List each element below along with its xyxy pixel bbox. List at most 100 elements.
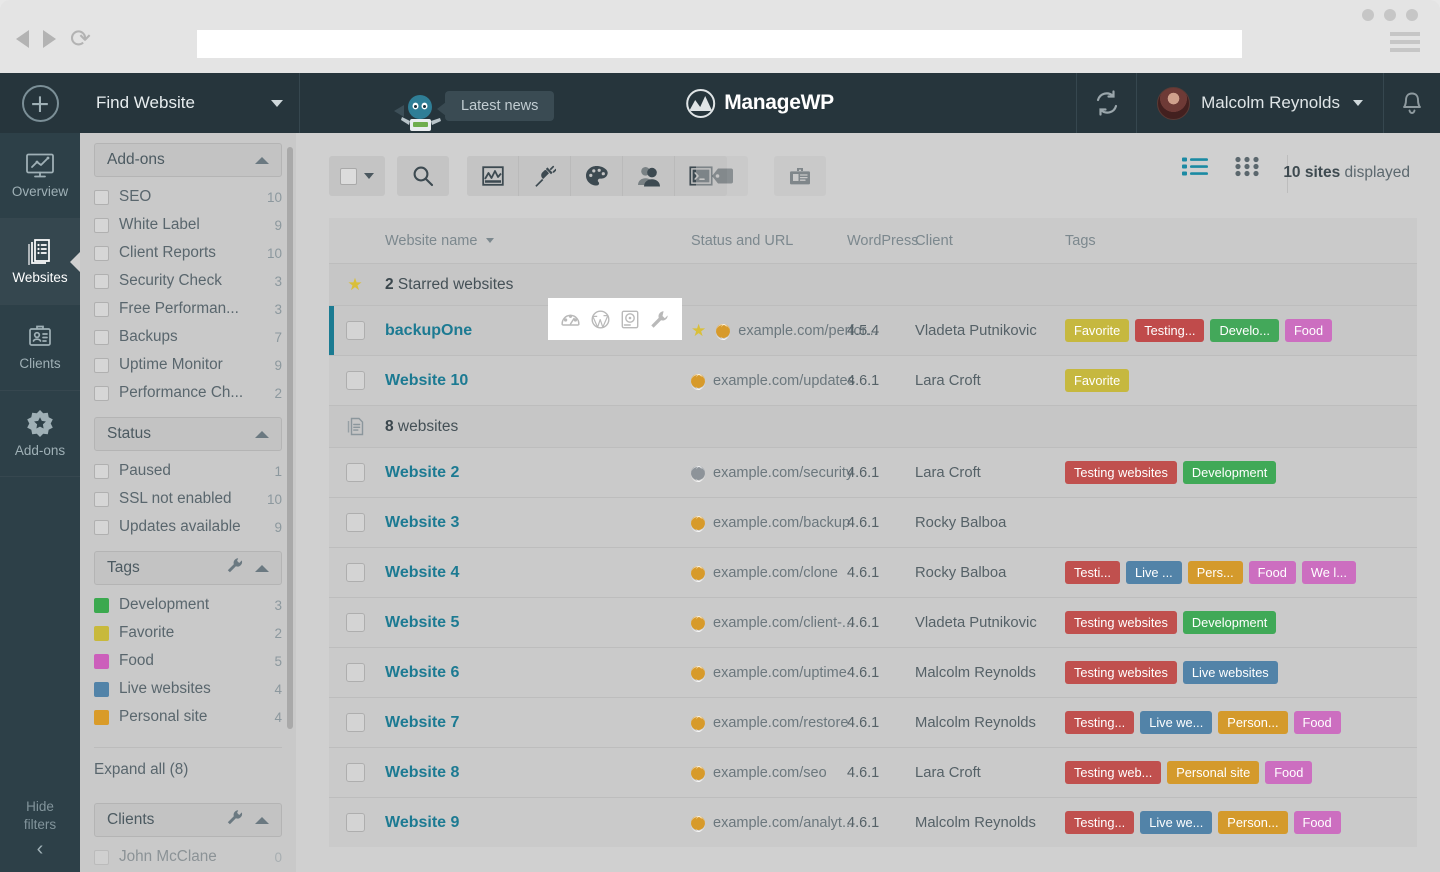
notification-bell-icon[interactable] (1383, 73, 1440, 133)
row-checkbox[interactable] (345, 663, 365, 682)
caret-up-icon[interactable] (255, 816, 269, 824)
website-name-link[interactable]: Website 6 (381, 664, 691, 682)
tag-badge[interactable]: Pers... (1187, 561, 1243, 584)
filter-item-ssl-not-enabled[interactable]: SSL not enabled 10 (94, 485, 282, 513)
tag-badge[interactable]: Personal site (1167, 761, 1260, 784)
filter-panel-scrollbar[interactable] (287, 147, 293, 729)
sidebar-item-clients[interactable]: Clients (0, 305, 80, 391)
website-url[interactable]: example.com/clone (713, 565, 838, 581)
wrench-icon[interactable] (226, 809, 243, 831)
filter-group-addons[interactable]: Add-ons (94, 143, 282, 177)
checkbox[interactable] (94, 329, 109, 345)
list-view-icon[interactable] (1182, 156, 1208, 182)
table-row[interactable]: Website 9 example.com/analyt... 4.6.1 Ma… (329, 797, 1417, 847)
website-name-link[interactable]: Website 8 (381, 764, 691, 782)
filter-group-status[interactable]: Status (94, 417, 282, 451)
url-input[interactable] (197, 30, 1242, 58)
tag-badge[interactable]: Development (1182, 461, 1277, 484)
checkbox[interactable] (94, 357, 109, 373)
caret-up-icon[interactable] (255, 430, 269, 438)
filter-item-favorite[interactable]: Favorite 2 (94, 619, 282, 647)
website-url[interactable]: example.com/uptime (713, 665, 847, 681)
filter-item-uptime-monitor[interactable]: Uptime Monitor 9 (94, 351, 282, 379)
tag-icon[interactable] (696, 156, 748, 196)
themes-button[interactable] (571, 156, 623, 196)
column-header-website-name[interactable]: Website name (381, 233, 691, 249)
reload-icon[interactable]: ⟳ (70, 26, 91, 51)
website-url[interactable]: example.com/updates (713, 373, 855, 389)
tag-badge[interactable]: Food (1293, 711, 1341, 734)
tag-badge[interactable]: Food (1248, 561, 1296, 584)
row-checkbox[interactable] (345, 613, 365, 632)
tag-badge[interactable]: Live we... (1140, 711, 1213, 734)
window-controls[interactable] (1362, 9, 1418, 21)
tag-badge[interactable]: Testing... (1065, 711, 1135, 734)
row-checkbox[interactable] (345, 513, 365, 532)
checkbox[interactable] (94, 245, 109, 261)
back-arrow-icon[interactable] (16, 30, 29, 48)
row-checkbox[interactable] (345, 563, 365, 582)
website-name-link[interactable]: Website 4 (381, 564, 691, 582)
table-row[interactable]: Website 10 example.com/updates 4.6.1 Lar… (329, 355, 1417, 405)
hamburger-menu-icon[interactable] (1390, 32, 1420, 56)
filter-item-updates-available[interactable]: Updates available 9 (94, 513, 282, 541)
website-name-link[interactable]: Website 9 (381, 814, 691, 832)
star-icon[interactable]: ★ (691, 322, 706, 339)
row-checkbox[interactable] (345, 321, 365, 340)
hide-filters-button[interactable]: Hide filters ‹ (0, 798, 80, 859)
filter-item-paused[interactable]: Paused 1 (94, 457, 282, 485)
tag-badge[interactable]: Testing websites (1065, 661, 1177, 684)
tag-badge[interactable]: Testing web... (1065, 761, 1162, 784)
website-name-link[interactable]: Website 10 (381, 372, 691, 390)
tag-badge[interactable]: Food (1265, 761, 1313, 784)
tag-badge[interactable]: Favorite (1065, 369, 1130, 392)
tag-badge[interactable]: Testing... (1065, 811, 1135, 834)
tag-badge[interactable]: Live ... (1125, 561, 1182, 584)
checkbox[interactable] (94, 189, 109, 205)
checkbox[interactable] (94, 491, 109, 507)
wrench-icon[interactable] (226, 557, 243, 579)
filter-group-clients[interactable]: Clients (94, 803, 282, 837)
website-name-link[interactable]: Website 2 (381, 464, 691, 482)
user-menu[interactable]: Malcolm Reynolds (1136, 73, 1383, 133)
filter-item-development[interactable]: Development 3 (94, 591, 282, 619)
gauge-icon[interactable] (561, 311, 580, 328)
tag-badge[interactable]: Live websites (1182, 661, 1278, 684)
checkbox[interactable] (94, 849, 109, 865)
checkbox[interactable] (94, 301, 109, 317)
search-icon[interactable] (397, 156, 449, 196)
tag-badge[interactable]: Develo... (1210, 319, 1279, 342)
row-checkbox[interactable] (345, 463, 365, 482)
table-row[interactable]: backupOne ★ example.com/perfor... 4.5.4 … (329, 298, 1417, 355)
checkbox[interactable] (94, 273, 109, 289)
table-row[interactable]: Website 7 example.com/restore 4.6.1 Malc… (329, 697, 1417, 747)
filter-item-security-check[interactable]: Security Check 3 (94, 267, 282, 295)
filter-item-john-mcclane[interactable]: John McClane 0 (94, 843, 282, 871)
wrench-icon[interactable] (650, 310, 669, 329)
filter-item-white-label[interactable]: White Label 9 (94, 211, 282, 239)
filter-item-food[interactable]: Food 5 (94, 647, 282, 675)
tag-badge[interactable]: Development (1182, 611, 1277, 634)
wordpress-icon[interactable] (591, 309, 610, 329)
table-row[interactable]: Website 4 example.com/clone 4.6.1 Rocky … (329, 547, 1417, 597)
table-row[interactable]: Website 8 example.com/seo 4.6.1 Lara Cro… (329, 747, 1417, 797)
sync-refresh-icon[interactable] (1076, 73, 1136, 133)
analytics-button[interactable] (467, 156, 519, 196)
checkbox[interactable] (94, 217, 109, 233)
website-url[interactable]: example.com/restore (713, 715, 848, 731)
backup-drive-icon[interactable] (621, 310, 639, 329)
forward-arrow-icon[interactable] (43, 30, 56, 48)
tag-badge[interactable]: Food (1293, 811, 1341, 834)
checkbox[interactable] (94, 385, 109, 401)
window-dot[interactable] (1362, 9, 1374, 21)
window-dot[interactable] (1384, 9, 1396, 21)
website-name-link[interactable]: Website 5 (381, 614, 691, 632)
caret-up-icon[interactable] (255, 156, 269, 164)
filter-item-live-websites[interactable]: Live websites 4 (94, 675, 282, 703)
checkbox[interactable] (94, 519, 109, 535)
website-name-link[interactable]: Website 7 (381, 714, 691, 732)
website-url[interactable]: example.com/security (713, 465, 853, 481)
website-url[interactable]: example.com/seo (713, 765, 827, 781)
caret-up-icon[interactable] (255, 564, 269, 572)
sidebar-item-addons[interactable]: Add-ons (0, 391, 80, 477)
